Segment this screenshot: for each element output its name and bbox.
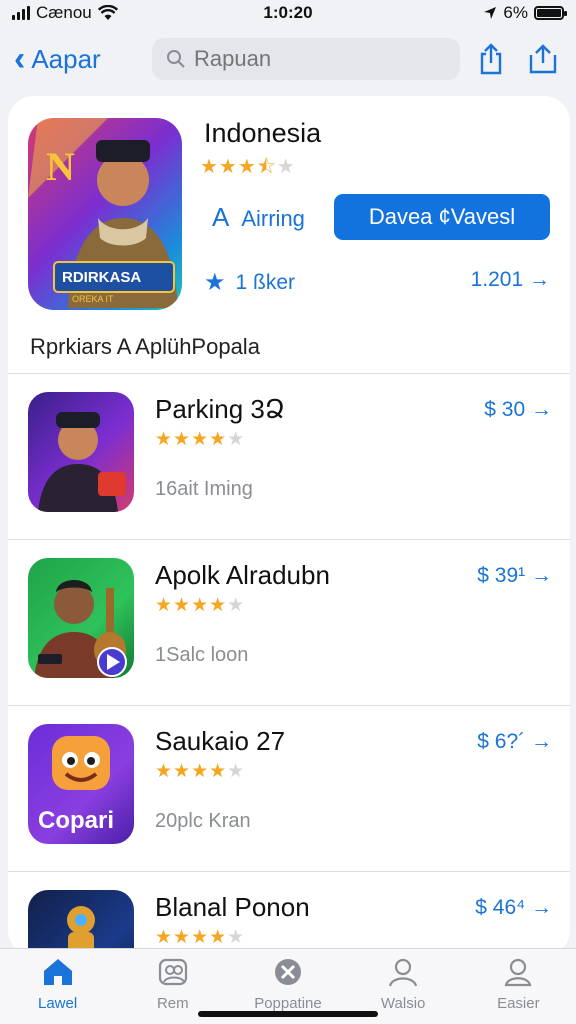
featured-icon-letter: N [46,144,75,189]
featured-rating-label: Airring [241,206,305,231]
app-rating-stars: ★★★★★ [155,761,246,782]
featured-rating-letter: A [212,202,230,232]
featured-rating: A Airring [212,202,305,233]
carrier-label: Cænou [36,3,92,22]
wifi-icon [97,5,118,20]
featured-meta-label: 1 ßker [235,270,296,294]
app-list: Parking 3Ձ ★★★★★ 16ait Iming $ 30 → Apol… [8,374,570,956]
upload-tray-icon [529,44,557,74]
location-arrow-icon [484,7,497,19]
search-icon [167,50,185,68]
tab-label: Lawel [37,995,78,1012]
app-icon-label: Copari [38,807,114,834]
close-circle-icon [274,959,301,985]
tab-easier[interactable]: Easier [468,957,568,1024]
status-bar: Cænou 1:0:20 6% [0,0,576,26]
app-rating-stars: ★★★★★ [155,595,246,616]
featured-icon-banner: RDIRKASA [62,269,141,286]
featured-rating-stars: ★★★⯪★ [200,156,296,178]
app-name: Parking 3Ձ [155,394,285,424]
featured-app-icon: N RDIRKASA OREKA IT [28,118,182,310]
app-icon: Copari [28,724,134,844]
content-card: N RDIRKASA OREKA IT Indonesia ★★★⯪★ A Ai… [8,96,570,956]
back-button[interactable]: ‹ Aapar [14,42,134,76]
account-icon [504,958,532,987]
app-subtitle: 1Salc loon [155,644,249,666]
nav-actions [476,43,558,75]
featured-app[interactable]: N RDIRKASA OREKA IT Indonesia ★★★⯪★ A Ai… [8,96,570,336]
status-left: Cænou [12,3,118,23]
app-icon [28,890,134,956]
upload-button[interactable] [528,43,558,75]
app-list-item[interactable]: Parking 3Ձ ★★★★★ 16ait Iming $ 30 → [8,374,570,540]
app-name: Apolk Alradubn [155,560,330,590]
app-list-item[interactable]: Copari Saukaio 27 ★★★★★ 20plc Kran $ 6?´… [8,706,570,872]
featured-meta: ★ 1 ßker [204,268,295,297]
get-app-button[interactable]: Davea ¢Vavesl [334,194,550,240]
battery-icon [534,6,567,20]
tab-label: Poppatine [254,995,322,1012]
app-price-link[interactable]: $ 30 → [484,398,552,422]
featured-count-link[interactable]: 1.201 → [471,268,550,292]
share-icon [480,43,502,75]
signal-icon [12,6,30,20]
featured-app-title: Indonesia [204,118,322,148]
share-button[interactable] [476,43,506,75]
app-rating-stars: ★★★★★ [155,429,246,450]
tab-label: Walsio [380,995,426,1012]
app-subtitle: 20plc Kran [155,810,251,832]
app-subtitle: 16ait Iming [155,478,253,500]
app-name: Blanal Ponon [155,892,310,922]
app-name: Saukaio 27 [155,726,286,756]
app-icon [28,558,134,678]
app-rating-stars: ★★★★★ [155,927,246,948]
app-price-link[interactable]: $ 39¹ → [477,564,552,588]
app-list-item[interactable]: Apolk Alradubn ★★★★★ 1Salc loon $ 39¹ → [8,540,570,706]
search-bar[interactable] [152,38,460,80]
star-icon: ★ [204,269,226,296]
app-list-item[interactable]: Blanal Ponon ★★★★★ $ 46⁴ → [8,872,570,956]
status-right: 6% [483,3,567,23]
featured-icon-sub: OREKA IT [72,294,114,304]
home-indicator [198,1011,378,1017]
section-title: Rprkiars A AplühPopala [30,334,260,359]
back-label: Aapar [31,43,101,74]
search-input[interactable] [194,46,424,72]
chevron-left-icon: ‹ [14,40,26,78]
tab-label: Rem [156,995,189,1012]
home-icon [43,959,72,985]
nav-bar: ‹ Aapar [0,34,576,84]
tab-lawel[interactable]: Lawel [8,957,108,1024]
app-price-link[interactable]: $ 46⁴ → [475,896,552,920]
tab-label: Easier [497,995,540,1012]
app-price-link[interactable]: $ 6?´ → [477,730,552,754]
battery-percent: 6% [503,3,528,22]
profiles-icon [158,958,187,986]
app-icon [28,392,134,512]
person-icon [389,958,418,987]
